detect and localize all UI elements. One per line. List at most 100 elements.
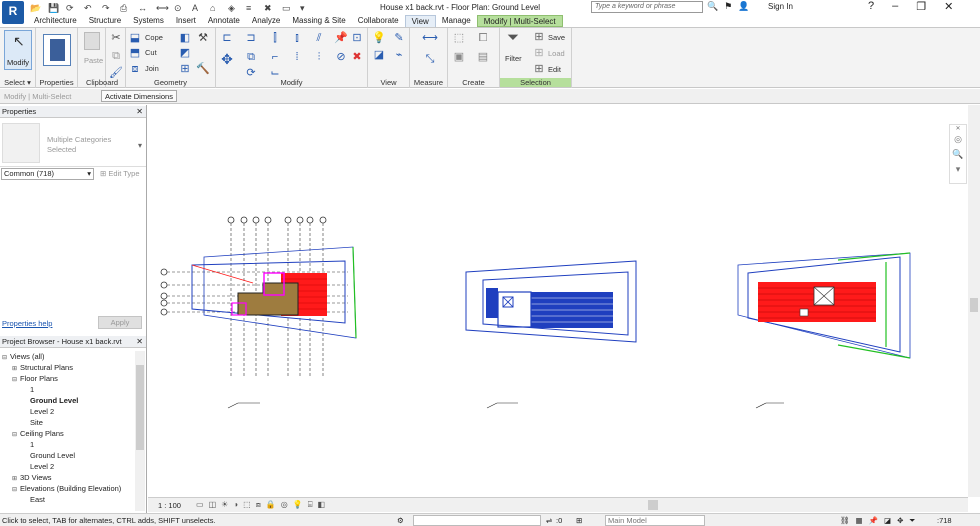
drag-elements-icon[interactable]: ✥ bbox=[897, 516, 903, 526]
select-underlay-icon[interactable]: ▦ bbox=[856, 516, 863, 526]
expand-toggle-icon[interactable]: ⊞ bbox=[12, 474, 20, 484]
steering-wheel-icon[interactable]: ◎ bbox=[950, 134, 966, 149]
close-icon[interactable]: ✕ bbox=[944, 0, 953, 13]
save-selection-icon[interactable]: ⊞ bbox=[532, 30, 546, 44]
tree-item[interactable]: ⊟ Views (all) bbox=[2, 352, 44, 363]
print-icon[interactable]: ⎙ bbox=[120, 3, 132, 13]
offset-icon[interactable]: ⊐ bbox=[244, 31, 258, 45]
tree-item[interactable]: ⊟ Ceiling Plans bbox=[12, 429, 64, 440]
tree-item[interactable]: 1 bbox=[22, 440, 34, 450]
wall-joins-icon[interactable]: ⊞ bbox=[178, 62, 192, 76]
close-icon[interactable]: ✕ bbox=[950, 125, 966, 134]
tree-item[interactable]: ⊟ Floor Plans bbox=[12, 374, 58, 385]
thin-lines-icon[interactable]: ≡ bbox=[246, 3, 258, 13]
demolish-icon[interactable]: ⚒ bbox=[196, 31, 210, 45]
edit-selection-button[interactable]: Edit bbox=[548, 65, 561, 74]
unpin-icon[interactable]: ⊘ bbox=[334, 50, 348, 64]
zoom-icon[interactable]: 🔍 bbox=[950, 149, 966, 164]
shadows-icon[interactable]: ◑ bbox=[233, 500, 238, 510]
split-gap-icon[interactable]: ⫶ bbox=[312, 50, 326, 64]
search-icon[interactable]: 🔍 bbox=[707, 1, 718, 12]
override-graphics-icon[interactable]: ✎ bbox=[392, 31, 406, 45]
search-input[interactable]: Type a keyword or phrase bbox=[591, 1, 703, 13]
chevron-down-icon[interactable]: ▾ bbox=[138, 141, 142, 150]
tab-modify-multi-select[interactable]: Modify | Multi-Select bbox=[476, 15, 563, 27]
save-selection-button[interactable]: Save bbox=[548, 33, 565, 42]
tree-item[interactable]: ⊞ 3D Views bbox=[12, 473, 52, 484]
filter-icon[interactable]: ⏷ bbox=[909, 516, 915, 526]
apply-button[interactable]: Apply bbox=[98, 316, 142, 329]
reveal-hidden-icon[interactable]: 💡 bbox=[293, 500, 303, 510]
close-icon[interactable]: ✕ bbox=[136, 336, 143, 348]
create-group-icon[interactable]: ▣ bbox=[452, 50, 466, 64]
tree-item[interactable]: Ground Level bbox=[22, 396, 78, 406]
cut-button[interactable]: Cut bbox=[145, 48, 157, 57]
filter-icon[interactable]: ⏷ bbox=[506, 30, 520, 45]
worksharing-icon[interactable]: ⚙ bbox=[397, 516, 404, 525]
delete-icon[interactable]: ✖ bbox=[350, 50, 364, 64]
copy-icon[interactable]: ⧉ bbox=[109, 49, 123, 63]
scale-icon[interactable]: ⊡ bbox=[350, 31, 364, 45]
tab-insert[interactable]: Insert bbox=[170, 15, 202, 27]
join-button[interactable]: Join bbox=[145, 64, 159, 73]
redo-icon[interactable]: ↷ bbox=[102, 3, 114, 13]
hammer-icon[interactable]: 🔨 bbox=[196, 62, 210, 76]
zoom-dropdown-icon[interactable]: ▾ bbox=[950, 164, 966, 179]
highlight-icon[interactable]: ◧ bbox=[318, 500, 326, 510]
expand-toggle-icon[interactable]: ⊟ bbox=[12, 430, 20, 440]
analytical-icon[interactable]: ⌸ bbox=[308, 500, 313, 510]
tree-item[interactable]: Site bbox=[22, 418, 43, 428]
tab-analyze[interactable]: Analyze bbox=[246, 15, 286, 27]
temp-hide-icon[interactable]: ◎ bbox=[281, 500, 288, 510]
cope-button[interactable]: Cope bbox=[145, 33, 163, 42]
help-icon[interactable]: ? bbox=[868, 0, 874, 13]
view-scale[interactable]: 1 : 100 bbox=[158, 501, 181, 510]
filter-button[interactable]: Filter bbox=[505, 54, 522, 63]
save-icon[interactable]: 💾 bbox=[48, 3, 60, 13]
activate-dimensions-button[interactable]: Activate Dimensions bbox=[101, 90, 177, 102]
cope-icon[interactable]: ⬓ bbox=[128, 31, 142, 45]
text-icon[interactable]: A bbox=[192, 3, 204, 13]
section-icon[interactable]: ◈ bbox=[228, 3, 240, 13]
revit-logo-button[interactable]: R bbox=[2, 1, 24, 24]
split-face-icon[interactable]: ◧ bbox=[178, 31, 192, 45]
align-icon[interactable]: ⊏ bbox=[220, 31, 234, 45]
editing-requests-icon[interactable]: ⇌ bbox=[546, 516, 552, 525]
create-assembly-icon[interactable]: ⬚ bbox=[452, 31, 466, 45]
create-similar-icon[interactable]: ▤ bbox=[476, 50, 490, 64]
switch-windows-icon[interactable]: ▭ bbox=[282, 3, 294, 13]
tab-manage[interactable]: Manage bbox=[436, 15, 477, 27]
cut-geometry-icon[interactable]: ⬒ bbox=[128, 46, 142, 60]
dimension-icon[interactable]: ⟷ bbox=[156, 3, 169, 13]
paste-button[interactable]: Paste bbox=[84, 56, 103, 65]
select-by-face-icon[interactable]: ◪ bbox=[884, 516, 891, 526]
tab-view[interactable]: View bbox=[404, 15, 436, 27]
close-icon[interactable]: ✕ bbox=[136, 106, 143, 118]
expand-toggle-icon[interactable]: ⊟ bbox=[2, 353, 10, 363]
tab-architecture[interactable]: Architecture bbox=[28, 15, 83, 27]
tree-item[interactable]: Level 2 bbox=[22, 462, 54, 472]
tree-item[interactable]: ⊟ Elevations (Building Elevation) bbox=[12, 484, 121, 495]
horizontal-scrollbar-thumb[interactable] bbox=[648, 500, 658, 510]
tab-collaborate[interactable]: Collaborate bbox=[352, 15, 405, 27]
measure-icon[interactable]: ↔ bbox=[138, 3, 150, 13]
3d-view-icon[interactable]: ⌂ bbox=[210, 3, 222, 13]
subscription-icon[interactable]: ⚑ bbox=[724, 1, 732, 12]
workset-field[interactable] bbox=[413, 515, 541, 526]
select-links-icon[interactable]: ⛓ bbox=[840, 516, 850, 526]
qat-dropdown-icon[interactable]: ▾ bbox=[300, 3, 312, 13]
measure-between-icon[interactable]: ⟷ bbox=[420, 31, 440, 45]
tree-item[interactable]: East bbox=[22, 495, 45, 505]
sync-icon[interactable]: ⟳ bbox=[66, 3, 78, 13]
tag-icon[interactable]: ⊙ bbox=[174, 3, 186, 13]
scrollbar-thumb[interactable] bbox=[970, 298, 978, 312]
linework-icon[interactable]: ⌁ bbox=[392, 48, 406, 62]
visual-style-icon[interactable]: ◫ bbox=[209, 500, 217, 510]
canvas-vertical-scrollbar[interactable] bbox=[968, 105, 980, 497]
modify-button[interactable]: ↖ Modify bbox=[4, 30, 32, 70]
paste-icon[interactable] bbox=[84, 32, 100, 50]
category-filter-select[interactable]: Common (718) ▾ bbox=[1, 168, 94, 180]
sun-path-icon[interactable]: ☀ bbox=[221, 500, 228, 510]
plan-drawing-left[interactable] bbox=[160, 216, 357, 378]
load-selection-button[interactable]: Load bbox=[548, 49, 565, 58]
